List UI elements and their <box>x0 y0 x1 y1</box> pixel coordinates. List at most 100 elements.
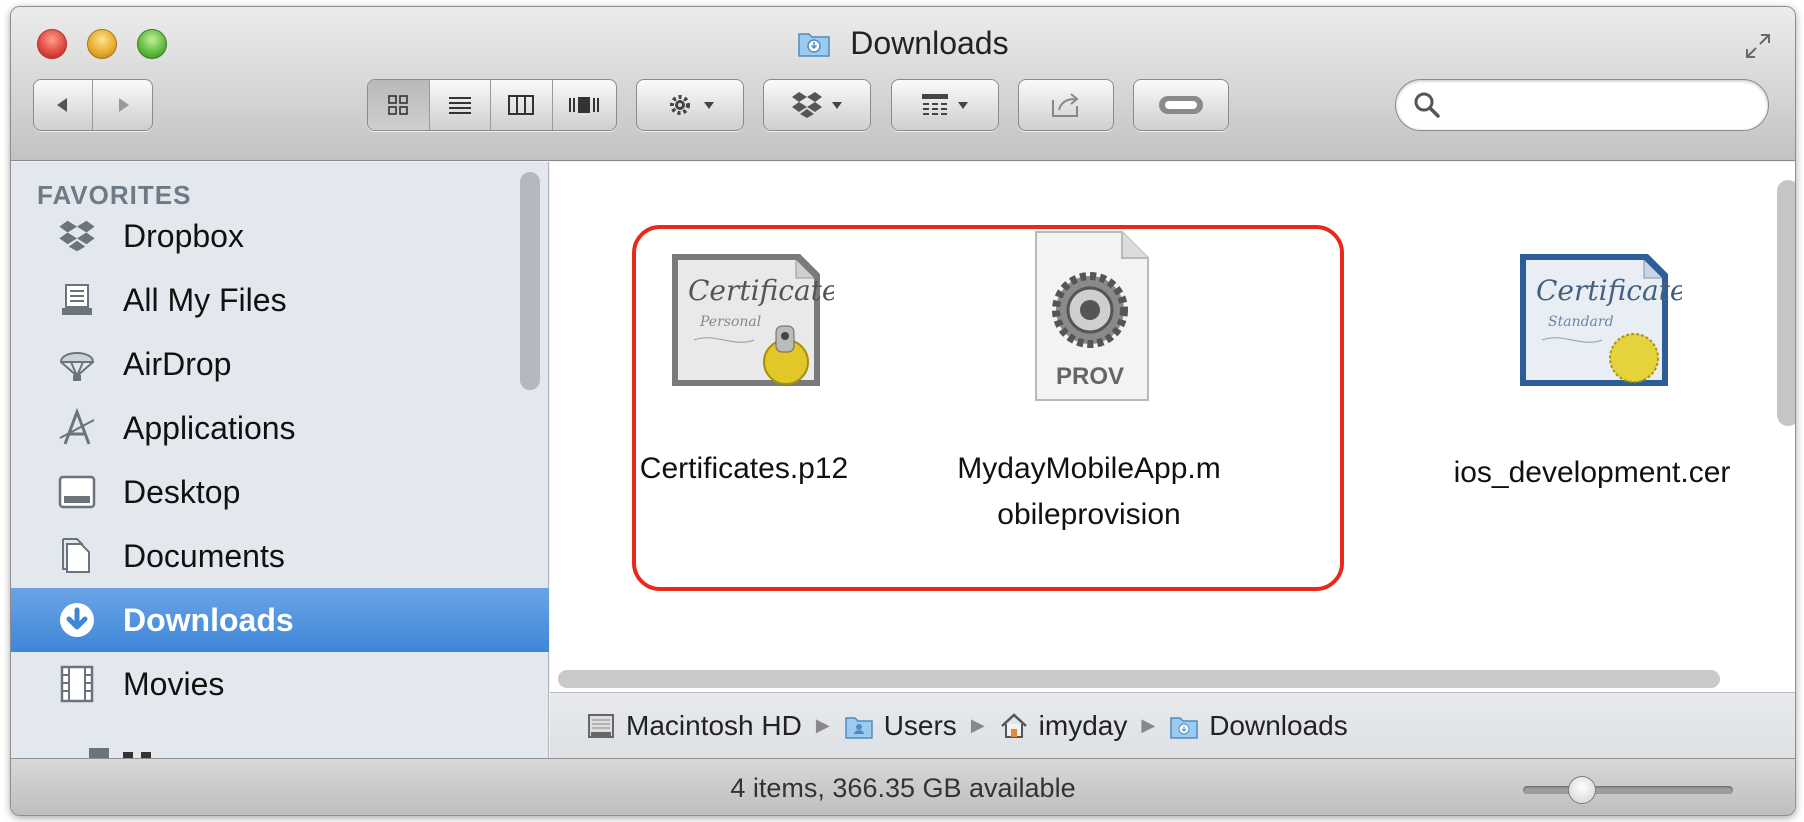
svg-text:Personal: Personal <box>699 314 761 330</box>
window-title-text: Downloads <box>850 25 1009 61</box>
sidebar-item-label: Dropbox <box>123 217 244 254</box>
svg-text:Certificate: Certificate <box>688 274 834 307</box>
downloads-folder-icon <box>1170 716 1198 739</box>
cover-flow-view-button[interactable] <box>553 80 616 130</box>
sidebar-item-label: Applications <box>123 409 296 446</box>
svg-text:Certificate: Certificate <box>1536 274 1682 307</box>
breadcrumb-macintosh-hd[interactable]: Macintosh HD <box>586 710 802 742</box>
sidebar-item-all-my-files[interactable]: All My Files <box>11 268 549 332</box>
file-name: ios_development.cer <box>1453 456 1731 489</box>
chevron-down-icon <box>958 102 968 109</box>
action-menu-button[interactable] <box>636 79 744 131</box>
tags-toggle-button[interactable] <box>1133 79 1229 131</box>
breadcrumb-label: Macintosh HD <box>626 709 802 741</box>
sidebar-item-label: Movies <box>123 665 225 702</box>
certificate-personal-icon: Certificate Personal <box>672 254 838 386</box>
path-bar: Macintosh HD ▶ Users ▶ imyday ▶ Download… <box>550 692 1795 758</box>
horizontal-scrollbar[interactable] <box>558 670 1720 688</box>
breadcrumb-imyday[interactable]: imyday <box>999 709 1128 742</box>
window-title: Downloads <box>11 25 1795 62</box>
arrange-menu-button[interactable] <box>891 79 999 131</box>
icon-view-icon <box>388 95 409 115</box>
applications-icon <box>55 406 99 450</box>
search-field[interactable] <box>1395 79 1769 131</box>
prov-label: PROV <box>1056 363 1124 390</box>
file-name-line-2: obileprovision <box>997 498 1181 531</box>
file-name: Certificates.p12 <box>639 452 849 485</box>
sidebar-item-movies[interactable]: Movies <box>11 652 549 716</box>
back-forward-control <box>33 79 153 131</box>
dropbox-icon <box>55 214 99 258</box>
home-icon <box>1000 712 1027 738</box>
share-icon <box>1052 93 1079 117</box>
breadcrumb-separator-icon: ▶ <box>815 715 830 735</box>
toggle-pill-icon <box>1159 96 1203 114</box>
movies-icon <box>55 662 99 706</box>
svg-text:Standard: Standard <box>1548 314 1614 330</box>
sidebar-item-airdrop[interactable]: AirDrop <box>11 332 549 396</box>
chevron-down-icon <box>832 102 842 109</box>
list-view-button[interactable] <box>430 80 491 130</box>
breadcrumb-separator-icon: ▶ <box>1141 715 1156 735</box>
sidebar-item-dropbox[interactable]: Dropbox <box>11 204 549 268</box>
sidebar-item-label: AirDrop <box>123 345 232 382</box>
sidebar: FAVORITES Dropbox All My Files AirDrop A… <box>11 162 549 758</box>
sidebar-item-partial <box>75 738 165 758</box>
forward-arrow-icon <box>118 98 129 112</box>
back-button[interactable] <box>34 80 94 130</box>
back-arrow-icon <box>57 98 67 112</box>
all-my-files-icon <box>55 278 99 322</box>
gear-icon <box>670 95 690 115</box>
file-item[interactable]: Certificate Personal Certificates.p12 <box>614 234 874 492</box>
file-item[interactable]: PROV MydayMobileApp.m obileprovision <box>936 228 1242 538</box>
file-browser: Certificate Personal Certificates.p12 PR… <box>550 162 1795 692</box>
sidebar-item-label: Downloads <box>123 601 294 638</box>
sidebar-item-downloads[interactable]: Downloads <box>11 588 549 652</box>
file-item[interactable]: Certificate Standard ios_development.cer <box>1412 234 1772 496</box>
dropbox-menu-button[interactable] <box>763 79 871 131</box>
share-button[interactable] <box>1018 79 1114 131</box>
column-view-button[interactable] <box>491 80 553 130</box>
sidebar-item-label: Desktop <box>123 473 241 510</box>
column-view-icon <box>508 95 535 115</box>
breadcrumb-users[interactable]: Users <box>844 710 957 742</box>
vertical-scrollbar[interactable] <box>1777 180 1795 426</box>
dropbox-icon <box>792 92 822 118</box>
forward-button[interactable] <box>93 80 152 130</box>
status-bar: 4 items, 366.35 GB available <box>11 758 1795 815</box>
sidebar-item-documents[interactable]: Documents <box>11 524 549 588</box>
sidebar-item-label: All My Files <box>123 281 287 318</box>
list-view-icon <box>448 97 471 114</box>
search-icon <box>1414 92 1440 118</box>
breadcrumb-separator-icon: ▶ <box>970 715 985 735</box>
search-input[interactable] <box>1452 88 1752 122</box>
downloads-folder-icon <box>798 33 831 57</box>
finder-window: Downloads FAVORITES Dropbox All My Files… <box>10 6 1796 816</box>
breadcrumb-label: Downloads <box>1209 709 1348 741</box>
sidebar-item-label: Documents <box>123 537 285 574</box>
chevron-down-icon <box>704 102 714 109</box>
hard-drive-icon <box>588 713 614 738</box>
breadcrumb-downloads[interactable]: Downloads <box>1169 710 1348 742</box>
airdrop-icon <box>55 342 99 386</box>
icon-view-button[interactable] <box>368 80 430 130</box>
icon-size-slider-knob[interactable] <box>1567 776 1596 804</box>
users-folder-icon <box>844 716 873 739</box>
sidebar-scrollbar[interactable] <box>520 172 540 390</box>
cover-flow-view-icon <box>569 97 600 113</box>
provisioning-profile-icon: PROV <box>1035 231 1149 401</box>
desktop-icon <box>55 470 99 514</box>
sidebar-item-applications[interactable]: Applications <box>11 396 549 460</box>
documents-icon <box>55 534 99 578</box>
file-name-line-1: MydayMobileApp.m <box>957 452 1221 485</box>
arrange-icon <box>922 94 948 115</box>
view-mode-control <box>367 79 617 131</box>
breadcrumb-label: Users <box>883 709 957 741</box>
title-bar: Downloads <box>11 7 1795 161</box>
fullscreen-icon[interactable] <box>1743 31 1773 61</box>
breadcrumb-label: imyday <box>1038 709 1128 741</box>
certificate-standard-icon: Certificate Standard <box>1520 254 1686 386</box>
sidebar-item-desktop[interactable]: Desktop <box>11 460 549 524</box>
downloads-icon <box>55 598 99 642</box>
icon-size-slider[interactable] <box>1523 786 1733 794</box>
